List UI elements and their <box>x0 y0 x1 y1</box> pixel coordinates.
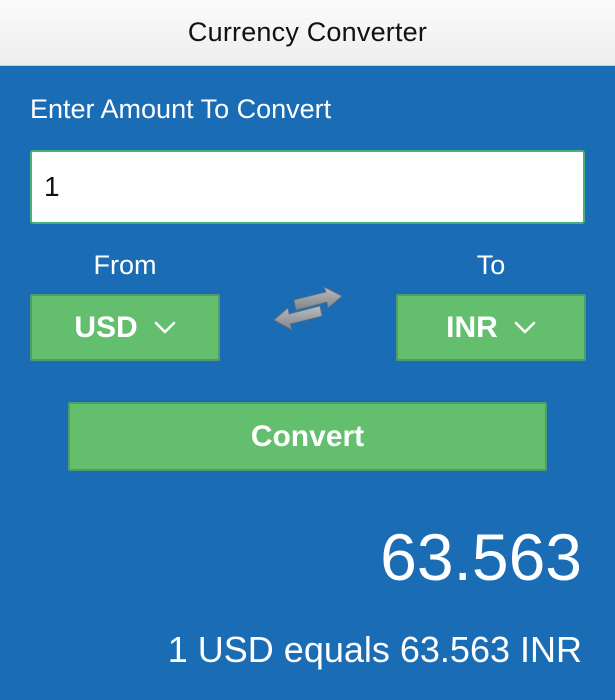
chevron-down-icon <box>154 321 175 333</box>
page-title: Currency Converter <box>187 17 428 47</box>
result-summary: 1 USD equals 63.563 INR <box>167 629 582 670</box>
chevron-down-icon <box>514 321 536 333</box>
to-label: To <box>476 250 506 280</box>
from-currency-value: USD <box>74 310 138 344</box>
amount-label: Enter Amount To Convert <box>30 94 332 124</box>
from-label: From <box>93 250 157 280</box>
from-currency-picker[interactable]: USD <box>30 294 220 361</box>
convert-button[interactable]: Convert <box>68 402 547 471</box>
to-currency-picker[interactable]: INR <box>396 294 586 361</box>
navigation-bar: Currency Converter <box>0 0 615 66</box>
to-currency-value: INR <box>446 310 498 344</box>
converter-panel: Enter Amount To Convert From To USD INR … <box>0 66 615 700</box>
result-value: 63.563 <box>380 520 582 594</box>
amount-input[interactable] <box>30 150 585 224</box>
swap-arrows-icon[interactable] <box>272 286 344 336</box>
